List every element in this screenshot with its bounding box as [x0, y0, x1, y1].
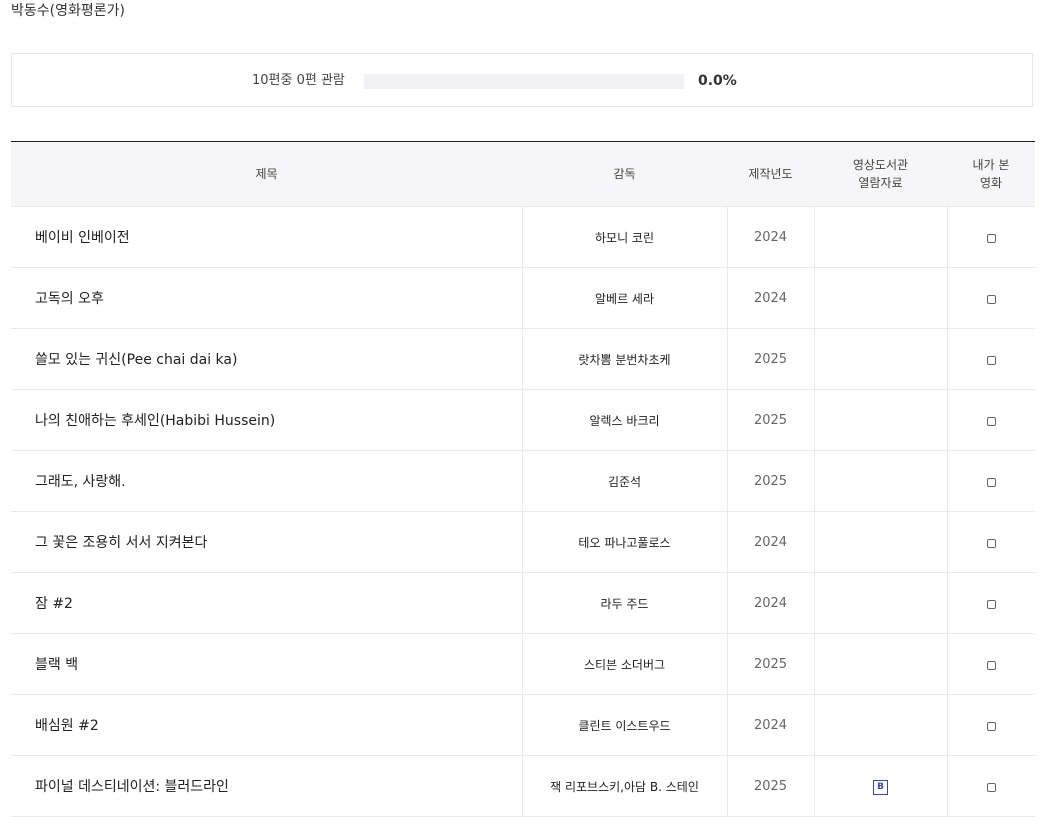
- progress-bar: [364, 74, 684, 89]
- archive-cell: [813, 206, 947, 268]
- seen-cell: [946, 511, 1035, 573]
- movie-title: 쓸모 있는 귀신(Pee chai dai ka): [11, 328, 522, 390]
- header-seen-line1: 내가 본: [972, 158, 1010, 172]
- archive-book-icon[interactable]: B: [873, 779, 888, 795]
- seen-cell: [946, 206, 1035, 268]
- table-row: 나의 친애하는 후세인(Habibi Hussein) 알렉스 바크리 2025: [11, 389, 1035, 451]
- movie-year: 2024: [726, 572, 814, 634]
- movie-director: 클린트 이스트우드: [521, 694, 727, 756]
- header-archive-line1: 영상도서관: [852, 158, 909, 172]
- movie-year: 2024: [726, 267, 814, 329]
- table-row: 잠 #2 라두 주드 2024: [11, 572, 1035, 634]
- table-row: 그 꽃은 조용히 서서 지켜본다 테오 파나고풀로스 2024: [11, 511, 1035, 573]
- seen-cell: [946, 633, 1035, 695]
- header-seen-line2: 영화: [979, 176, 1003, 190]
- seen-checkbox[interactable]: [986, 294, 996, 304]
- archive-cell: [813, 511, 947, 573]
- archive-cell: [813, 267, 947, 329]
- movie-title: 블랙 백: [11, 633, 522, 695]
- movie-list-table: 제목 감독 제작년도 영상도서관 열람자료 내가 본 영화 베이비 인베이전 하모…: [11, 141, 1035, 817]
- movie-title: 잠 #2: [11, 572, 522, 634]
- movie-year: 2024: [726, 511, 814, 573]
- archive-cell: [813, 389, 947, 451]
- movie-director: 잭 리포브스키,아담 B. 스테인: [521, 755, 727, 817]
- table-row: 쓸모 있는 귀신(Pee chai dai ka) 랏차뽐 분번차초케 2025: [11, 328, 1035, 390]
- table-row: 배심원 #2 클린트 이스트우드 2024: [11, 694, 1035, 756]
- seen-checkbox[interactable]: [986, 416, 996, 426]
- viewing-progress-panel: 10편중 0편 관람 0.0%: [11, 53, 1033, 107]
- table-row: 그래도, 사랑해. 김준석 2025: [11, 450, 1035, 512]
- archive-cell: [813, 572, 947, 634]
- movie-director: 라두 주드: [521, 572, 727, 634]
- movie-year: 2025: [726, 450, 814, 512]
- header-director: 감독: [522, 141, 727, 207]
- header-archive: 영상도서관 열람자료: [814, 141, 947, 207]
- seen-cell: [946, 572, 1035, 634]
- archive-cell: [813, 633, 947, 695]
- movie-year: 2024: [726, 694, 814, 756]
- progress-count-text: 10편중 0편 관람: [252, 73, 345, 88]
- table-header-row: 제목 감독 제작년도 영상도서관 열람자료 내가 본 영화: [11, 141, 1035, 207]
- header-title: 제목: [11, 141, 522, 207]
- movie-director: 하모니 코린: [521, 206, 727, 268]
- movie-title: 배심원 #2: [11, 694, 522, 756]
- seen-checkbox[interactable]: [986, 660, 996, 670]
- seen-cell: [946, 694, 1035, 756]
- movie-title: 그 꽃은 조용히 서서 지켜본다: [11, 511, 522, 573]
- movie-director: 알베르 세라: [521, 267, 727, 329]
- movie-director: 알렉스 바크리: [521, 389, 727, 451]
- movie-year: 2024: [726, 206, 814, 268]
- movie-title: 베이비 인베이전: [11, 206, 522, 268]
- movie-year: 2025: [726, 328, 814, 390]
- movie-year: 2025: [726, 755, 814, 817]
- movie-rows: 베이비 인베이전 하모니 코린 2024 고독의 오후 알베르 세라 2024 쓸모 있는 …: [11, 206, 1035, 817]
- seen-checkbox[interactable]: [986, 721, 996, 731]
- movie-director: 스티븐 소더버그: [521, 633, 727, 695]
- seen-checkbox[interactable]: [986, 599, 996, 609]
- seen-cell: [946, 389, 1035, 451]
- seen-cell: [946, 450, 1035, 512]
- movie-director: 김준석: [521, 450, 727, 512]
- archive-cell: B: [813, 755, 947, 817]
- header-archive-line2: 열람자료: [858, 176, 903, 190]
- header-seen: 내가 본 영화: [947, 141, 1035, 207]
- progress-percent: 0.0%: [698, 73, 737, 89]
- seen-cell: [946, 755, 1035, 817]
- seen-checkbox[interactable]: [986, 355, 996, 365]
- movie-title: 그래도, 사랑해.: [11, 450, 522, 512]
- movie-director: 테오 파나고풀로스: [521, 511, 727, 573]
- movie-title: 나의 친애하는 후세인(Habibi Hussein): [11, 389, 522, 451]
- movie-title: 고독의 오후: [11, 267, 522, 329]
- table-row: 고독의 오후 알베르 세라 2024: [11, 267, 1035, 329]
- movie-year: 2025: [726, 389, 814, 451]
- page-title: 박동수(영화평론가): [11, 3, 125, 19]
- table-row: 블랙 백 스티븐 소더버그 2025: [11, 633, 1035, 695]
- movie-title: 파이널 데스티네이션: 블러드라인: [11, 755, 522, 817]
- seen-checkbox[interactable]: [986, 782, 996, 792]
- movie-year: 2025: [726, 633, 814, 695]
- movie-director: 랏차뽐 분번차초케: [521, 328, 727, 390]
- seen-checkbox[interactable]: [986, 477, 996, 487]
- archive-cell: [813, 694, 947, 756]
- seen-cell: [946, 267, 1035, 329]
- seen-checkbox[interactable]: [986, 233, 996, 243]
- header-year: 제작년도: [727, 141, 814, 207]
- archive-cell: [813, 450, 947, 512]
- seen-checkbox[interactable]: [986, 538, 996, 548]
- archive-cell: [813, 328, 947, 390]
- table-row: 파이널 데스티네이션: 블러드라인 잭 리포브스키,아담 B. 스테인 2025 B: [11, 755, 1035, 817]
- table-row: 베이비 인베이전 하모니 코린 2024: [11, 206, 1035, 268]
- seen-cell: [946, 328, 1035, 390]
